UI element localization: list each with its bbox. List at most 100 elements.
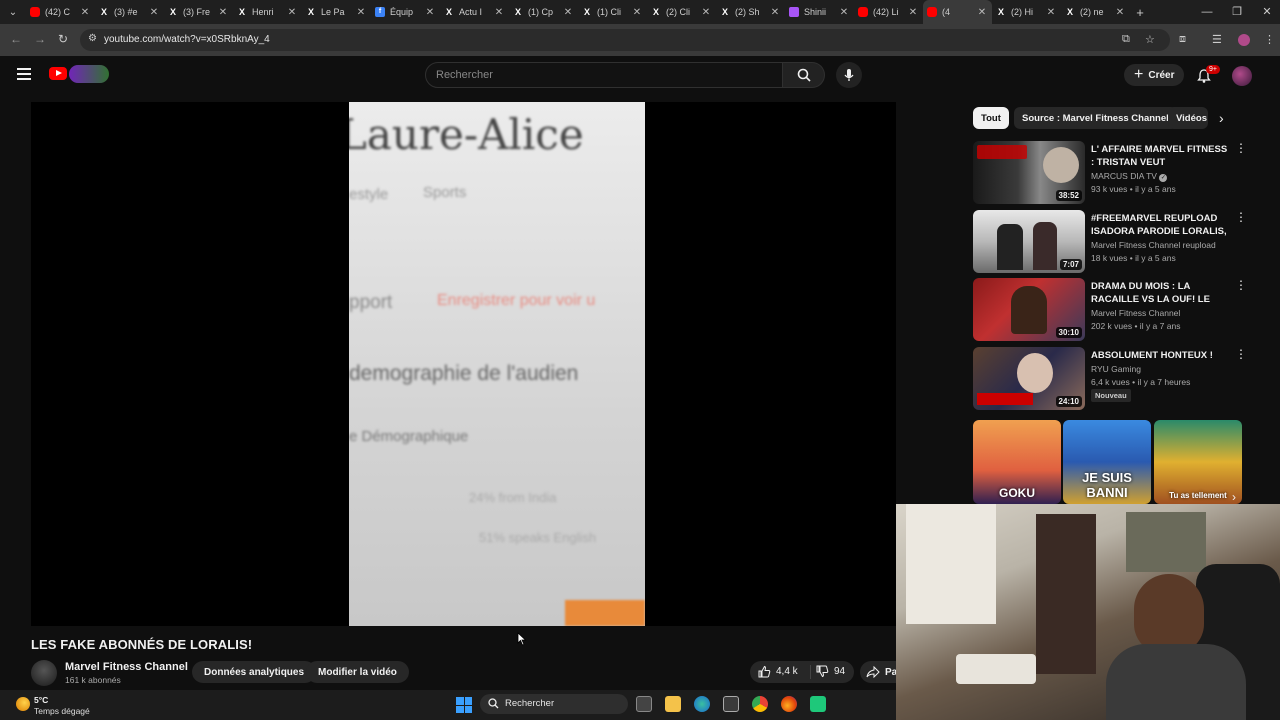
recommendation-item[interactable]: 38:52 L' AFFAIRE MARVEL FITNESS : TRISTA… bbox=[973, 141, 1247, 205]
recommendation-channel[interactable]: Marvel Fitness Channel reupload bbox=[1091, 240, 1216, 250]
site-info-icon[interactable]: ⚙ bbox=[88, 33, 97, 44]
new-tab-button[interactable]: + bbox=[1130, 5, 1150, 20]
more-options-icon[interactable]: ⋮ bbox=[1235, 142, 1247, 154]
forward-icon[interactable]: → bbox=[34, 32, 46, 46]
browser-menu-icon[interactable]: ⋮ bbox=[1264, 33, 1275, 46]
recommendation-item[interactable]: 7:07 #FREEMARVEL REUPLOAD ISADORA PARODI… bbox=[973, 210, 1247, 274]
tab-search-chevron-icon[interactable]: ⌄ bbox=[0, 0, 26, 24]
more-options-icon[interactable]: ⋮ bbox=[1235, 211, 1247, 223]
like-button[interactable]: 4,4 k bbox=[758, 665, 798, 678]
close-window-button[interactable]: ✕ bbox=[1252, 0, 1280, 24]
browser-tab[interactable]: X (2) Cli ✕ bbox=[647, 0, 716, 24]
search-input[interactable]: Rechercher bbox=[425, 62, 783, 88]
video-thumbnail[interactable]: 38:52 bbox=[973, 141, 1085, 204]
recommendation-item[interactable]: 24:10 ABSOLUMENT HONTEUX ! RYU Gaming 6,… bbox=[973, 347, 1247, 411]
edit-video-button[interactable]: Modifier la vidéo bbox=[306, 661, 409, 683]
youtube-logo[interactable] bbox=[49, 67, 67, 80]
file-explorer-icon[interactable] bbox=[665, 696, 681, 712]
browser-tab[interactable]: (42) C ✕ bbox=[26, 0, 95, 24]
browser-tab[interactable]: X Actu I ✕ bbox=[440, 0, 509, 24]
weather-widget[interactable]: 5°C Temps dégagé bbox=[12, 692, 112, 718]
menu-icon[interactable] bbox=[17, 68, 31, 80]
close-tab-icon[interactable]: ✕ bbox=[976, 7, 988, 18]
youtube-doodle-logo[interactable] bbox=[69, 65, 109, 83]
taskbar-search[interactable]: Rechercher bbox=[480, 694, 628, 714]
tab-groups-icon[interactable]: ☰ bbox=[1212, 33, 1222, 46]
chip-source-channel[interactable]: Source : Marvel Fitness Channel bbox=[1014, 107, 1177, 129]
close-tab-icon[interactable]: ✕ bbox=[286, 7, 298, 18]
maximize-button[interactable]: ❐ bbox=[1222, 0, 1252, 24]
firefox-icon[interactable] bbox=[781, 696, 797, 712]
browser-tab[interactable]: X (1) Cp ✕ bbox=[509, 0, 578, 24]
close-tab-icon[interactable]: ✕ bbox=[631, 7, 643, 18]
close-tab-icon[interactable]: ✕ bbox=[562, 7, 574, 18]
video-player[interactable]: Laure-Alice estyle Sports pport Enregist… bbox=[31, 102, 896, 626]
recommendation-item[interactable]: 30:10 DRAMA DU MOIS : LA RACAILLE VS LA … bbox=[973, 278, 1247, 342]
close-tab-icon[interactable]: ✕ bbox=[700, 7, 712, 18]
extensions-icon[interactable]: ⧈ bbox=[1179, 33, 1186, 46]
close-tab-icon[interactable]: ✕ bbox=[838, 7, 850, 18]
minimize-button[interactable]: — bbox=[1192, 0, 1222, 24]
search-button[interactable] bbox=[783, 62, 825, 88]
short-thumbnail[interactable]: JE SUIS BANNI bbox=[1063, 420, 1151, 504]
browser-tab[interactable]: (4 ✕ bbox=[923, 0, 992, 24]
close-tab-icon[interactable]: ✕ bbox=[493, 7, 505, 18]
analytics-button[interactable]: Données analytiques bbox=[192, 661, 317, 683]
close-tab-icon[interactable]: ✕ bbox=[769, 7, 781, 18]
channel-avatar[interactable] bbox=[31, 660, 57, 686]
browser-tab[interactable]: X (2) ne ✕ bbox=[1061, 0, 1130, 24]
recommendation-channel[interactable]: Marvel Fitness Channel bbox=[1091, 308, 1180, 318]
browser-tab[interactable]: X Le Pa ✕ bbox=[302, 0, 371, 24]
channel-name[interactable]: Marvel Fitness Channel bbox=[65, 661, 188, 673]
chip-all[interactable]: Tout bbox=[973, 107, 1009, 129]
browser-tab[interactable]: (42) Li ✕ bbox=[854, 0, 923, 24]
video-thumbnail[interactable]: 24:10 bbox=[973, 347, 1085, 410]
recommendation-channel[interactable]: RYU Gaming bbox=[1091, 364, 1141, 374]
store-icon[interactable] bbox=[723, 696, 739, 712]
video-thumbnail[interactable]: 7:07 bbox=[973, 210, 1085, 273]
recommendation-title[interactable]: #FREEMARVEL REUPLOAD ISADORA PARODIE LOR… bbox=[1091, 212, 1229, 238]
share-button[interactable]: Pa bbox=[860, 661, 900, 683]
browser-tab[interactable]: X (1) Cli ✕ bbox=[578, 0, 647, 24]
close-tab-icon[interactable]: ✕ bbox=[424, 7, 436, 18]
browser-tab[interactable]: X (3) Fre ✕ bbox=[164, 0, 233, 24]
edge-browser-icon[interactable] bbox=[694, 696, 710, 712]
chevron-right-icon[interactable]: › bbox=[1219, 110, 1224, 126]
task-view-icon[interactable] bbox=[636, 696, 652, 712]
voice-search-button[interactable] bbox=[836, 62, 862, 88]
short-thumbnail[interactable]: Tu as tellement bbox=[1154, 420, 1242, 504]
browser-tab[interactable]: X (2) Hi ✕ bbox=[992, 0, 1061, 24]
more-options-icon[interactable]: ⋮ bbox=[1235, 348, 1247, 360]
bookmark-star-icon[interactable]: ☆ bbox=[1145, 33, 1155, 46]
chrome-icon[interactable] bbox=[752, 696, 768, 712]
windows-start-icon[interactable] bbox=[456, 697, 472, 713]
back-icon[interactable]: ← bbox=[10, 32, 22, 46]
close-tab-icon[interactable]: ✕ bbox=[148, 7, 160, 18]
video-thumbnail[interactable]: 30:10 bbox=[973, 278, 1085, 341]
install-app-icon[interactable]: ⧉ bbox=[1122, 33, 1130, 46]
close-tab-icon[interactable]: ✕ bbox=[907, 7, 919, 18]
create-button[interactable]: + Créer bbox=[1124, 64, 1185, 86]
address-bar[interactable]: ⚙ youtube.com/watch?v=x0SRbknAy_4 bbox=[80, 29, 1170, 51]
close-tab-icon[interactable]: ✕ bbox=[1045, 7, 1057, 18]
chip-videos[interactable]: Vidéos bbox=[1168, 107, 1208, 129]
more-options-icon[interactable]: ⋮ bbox=[1235, 279, 1247, 291]
recommendation-title[interactable]: L' AFFAIRE MARVEL FITNESS : TRISTAN VEUT… bbox=[1091, 143, 1229, 169]
close-tab-icon[interactable]: ✕ bbox=[79, 7, 91, 18]
profile-avatar[interactable] bbox=[1238, 34, 1250, 46]
recommendation-title[interactable]: DRAMA DU MOIS : LA RACAILLE VS LA OUF! L… bbox=[1091, 280, 1229, 306]
reload-icon[interactable]: ↻ bbox=[58, 32, 68, 46]
close-tab-icon[interactable]: ✕ bbox=[1114, 7, 1126, 18]
app-icon[interactable] bbox=[810, 696, 826, 712]
short-thumbnail[interactable]: GOKU bbox=[973, 420, 1061, 504]
account-avatar[interactable] bbox=[1232, 66, 1252, 86]
browser-tab[interactable]: f Équip ✕ bbox=[371, 0, 440, 24]
close-tab-icon[interactable]: ✕ bbox=[217, 7, 229, 18]
recommendation-channel[interactable]: MARCUS DIA TV ✓ bbox=[1091, 171, 1168, 182]
browser-tab[interactable]: X (3) #e ✕ bbox=[95, 0, 164, 24]
browser-tab[interactable]: Shinii ✕ bbox=[785, 0, 854, 24]
shorts-next-chevron-icon[interactable]: › bbox=[1232, 490, 1236, 504]
browser-tab[interactable]: X Henri ✕ bbox=[233, 0, 302, 24]
dislike-button[interactable]: 94 bbox=[816, 665, 845, 678]
recommendation-title[interactable]: ABSOLUMENT HONTEUX ! bbox=[1091, 349, 1229, 362]
